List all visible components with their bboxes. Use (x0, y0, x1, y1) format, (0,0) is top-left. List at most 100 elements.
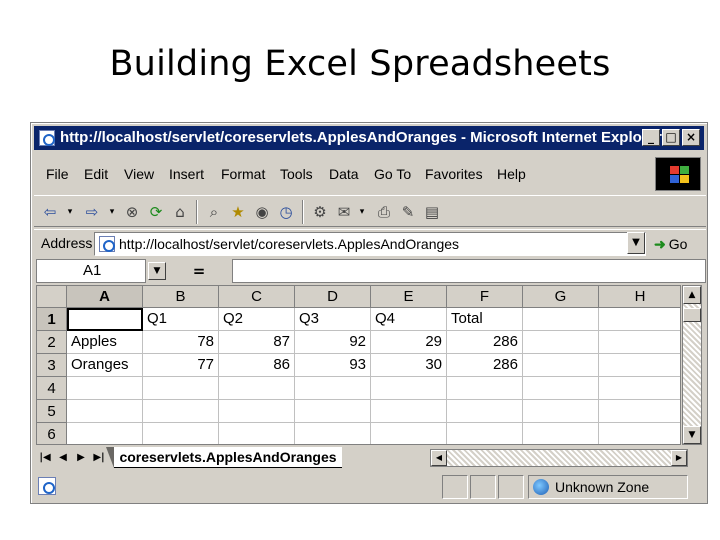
cell-g6[interactable] (523, 423, 599, 444)
scroll-up-icon[interactable]: ▲ (683, 286, 701, 304)
cell-a2[interactable]: Apples (67, 331, 143, 354)
cell-a4[interactable] (67, 377, 143, 400)
cell-e4[interactable] (371, 377, 447, 400)
equals-button[interactable]: = (169, 259, 229, 283)
cell-b4[interactable] (143, 377, 219, 400)
cell-f2[interactable]: 286 (447, 331, 523, 354)
minimize-button[interactable]: _ (642, 129, 660, 146)
cell-d1[interactable]: Q3 (295, 308, 371, 331)
cell-a1[interactable] (67, 308, 143, 331)
menu-tools[interactable]: Tools (280, 161, 313, 187)
cell-c3[interactable]: 86 (219, 354, 295, 377)
cell-h2[interactable] (599, 331, 680, 354)
tools-icon[interactable]: ⚙ (310, 202, 330, 222)
menu-help[interactable]: Help (497, 161, 526, 187)
cell-b5[interactable] (143, 400, 219, 423)
horizontal-scrollbar[interactable]: ◀ ▶ (430, 449, 688, 467)
row-header-5[interactable]: 5 (37, 400, 67, 423)
cell-c1[interactable]: Q2 (219, 308, 295, 331)
menu-favorites[interactable]: Favorites (425, 161, 483, 187)
menu-edit[interactable]: Edit (84, 161, 108, 187)
mail-icon[interactable]: ✉ (334, 202, 354, 222)
menu-insert[interactable]: Insert (169, 161, 204, 187)
column-header-f[interactable]: F (447, 286, 523, 308)
cell-a5[interactable] (67, 400, 143, 423)
column-header-h[interactable]: H (599, 286, 680, 308)
cell-f3[interactable]: 286 (447, 354, 523, 377)
close-button[interactable]: × (682, 129, 700, 146)
cell-d2[interactable]: 92 (295, 331, 371, 354)
cell-h3[interactable] (599, 354, 680, 377)
forward-icon[interactable]: ⇨ (82, 202, 102, 222)
row-header-2[interactable]: 2 (37, 331, 67, 354)
cell-d6[interactable] (295, 423, 371, 444)
maximize-button[interactable]: □ (662, 129, 680, 146)
print-icon[interactable]: ⎙ (374, 202, 394, 222)
scroll-down-icon[interactable]: ▼ (683, 426, 701, 444)
cell-h1[interactable] (599, 308, 680, 331)
address-input[interactable]: http://localhost/servlet/coreservlets.Ap… (94, 232, 646, 256)
back-icon[interactable]: ⇦ (40, 202, 60, 222)
formula-input[interactable] (232, 259, 706, 283)
favorites-icon[interactable]: ★ (228, 202, 248, 222)
history-icon[interactable]: ◷ (276, 202, 296, 222)
cell-b2[interactable]: 78 (143, 331, 219, 354)
cell-e2[interactable]: 29 (371, 331, 447, 354)
select-all-corner[interactable] (37, 286, 67, 308)
prev-sheet-icon[interactable]: ◀ (54, 449, 72, 467)
column-header-g[interactable]: G (523, 286, 599, 308)
refresh-icon[interactable]: ⟳ (146, 202, 166, 222)
media-icon[interactable]: ◉ (252, 202, 272, 222)
cell-h5[interactable] (599, 400, 680, 423)
cell-e3[interactable]: 30 (371, 354, 447, 377)
document-icon[interactable]: ▤ (422, 202, 442, 222)
cell-e1[interactable]: Q4 (371, 308, 447, 331)
edit-icon[interactable]: ✎ (398, 202, 418, 222)
cell-a3[interactable]: Oranges (67, 354, 143, 377)
cell-g2[interactable] (523, 331, 599, 354)
first-sheet-icon[interactable]: |◀ (36, 449, 54, 467)
cell-f6[interactable] (447, 423, 523, 444)
menu-format[interactable]: Format (221, 161, 265, 187)
cell-c6[interactable] (219, 423, 295, 444)
menu-goto[interactable]: Go To (374, 161, 411, 187)
column-header-c[interactable]: C (219, 286, 295, 308)
menu-file[interactable]: File (46, 161, 69, 187)
cell-e6[interactable] (371, 423, 447, 444)
cell-b3[interactable]: 77 (143, 354, 219, 377)
home-icon[interactable]: ⌂ (170, 202, 190, 222)
go-button[interactable]: ➜ Go (654, 232, 702, 256)
cell-c2[interactable]: 87 (219, 331, 295, 354)
address-dropdown-icon[interactable]: ▼ (627, 232, 645, 254)
column-header-a[interactable]: A (67, 286, 143, 308)
name-box[interactable]: A1 (36, 259, 146, 283)
cell-b6[interactable] (143, 423, 219, 444)
scroll-left-icon[interactable]: ◀ (431, 450, 447, 466)
window-titlebar[interactable]: http://localhost/servlet/coreservlets.Ap… (34, 126, 704, 150)
cell-d5[interactable] (295, 400, 371, 423)
forward-dropdown-icon[interactable]: ▾ (102, 202, 122, 222)
column-header-b[interactable]: B (143, 286, 219, 308)
row-header-6[interactable]: 6 (37, 423, 67, 444)
cell-c4[interactable] (219, 377, 295, 400)
cell-c5[interactable] (219, 400, 295, 423)
cell-g3[interactable] (523, 354, 599, 377)
cell-g4[interactable] (523, 377, 599, 400)
menu-data[interactable]: Data (329, 161, 359, 187)
column-header-d[interactable]: D (295, 286, 371, 308)
cell-f4[interactable] (447, 377, 523, 400)
cell-g1[interactable] (523, 308, 599, 331)
mail-dropdown-icon[interactable]: ▾ (352, 202, 372, 222)
row-header-1[interactable]: 1 (37, 308, 67, 331)
cell-a6[interactable] (67, 423, 143, 444)
sheet-tab[interactable]: coreservlets.ApplesAndOranges (106, 447, 342, 468)
cell-d4[interactable] (295, 377, 371, 400)
cell-f1[interactable]: Total (447, 308, 523, 331)
next-sheet-icon[interactable]: ▶ (72, 449, 90, 467)
cell-d3[interactable]: 93 (295, 354, 371, 377)
menu-view[interactable]: View (124, 161, 154, 187)
search-icon[interactable]: ⌕ (204, 202, 224, 222)
row-header-4[interactable]: 4 (37, 377, 67, 400)
cell-g5[interactable] (523, 400, 599, 423)
vertical-scrollbar[interactable]: ▲ ▼ (682, 285, 702, 445)
